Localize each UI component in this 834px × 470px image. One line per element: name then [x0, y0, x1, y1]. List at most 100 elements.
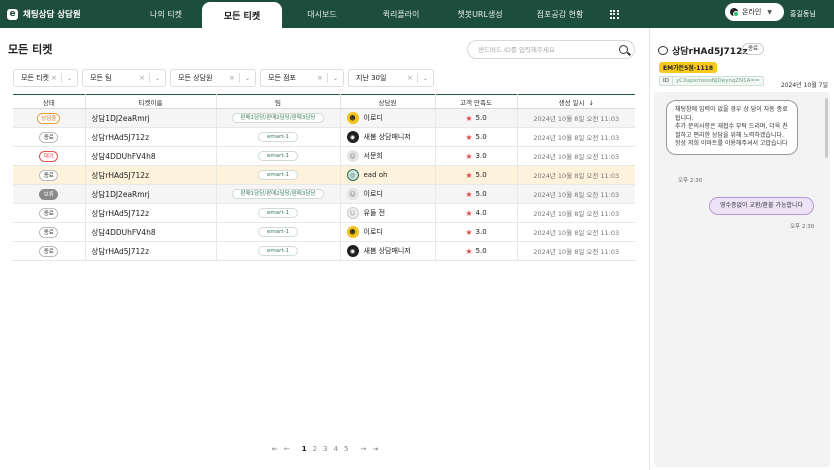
- agent: ☺ 유들 전: [341, 207, 435, 219]
- table-row[interactable]: 종료 상담rHAd5J712z emart-1 ◎ ead oh ★ 5.0 2024년 10…: [13, 165, 635, 185]
- satisfaction: ★ 5.0: [436, 114, 517, 123]
- status-dropdown[interactable]: 온라인 ▼: [725, 3, 784, 21]
- clear-icon[interactable]: ×: [51, 74, 57, 82]
- avatar: ☺: [346, 207, 359, 219]
- page-number[interactable]: 4: [334, 445, 338, 453]
- table-row[interactable]: 종료 상담4DDUhFV4h8 emart-1 ☻ 이로디 ★ 3.0 2024년 10월 8…: [13, 222, 635, 242]
- clear-icon[interactable]: ×: [317, 74, 323, 82]
- filter-label: 모든 점포: [268, 74, 296, 82]
- filter-label: 모든 상담원: [178, 74, 213, 82]
- satisfaction: ★ 3.0: [436, 152, 517, 161]
- status-badge: 보류: [39, 188, 59, 200]
- table-row[interactable]: 보류 상담1DJ2eaRmrj 판매1담당/판매2담당/판매3담당 ☺ 이로디 ★ 5.0 2…: [13, 184, 635, 204]
- team-badge: emart-1: [257, 170, 298, 180]
- table-row[interactable]: 종료 상담rHAd5J712z emart-1 ◉ 새봄 상담매니저 ★ 5.0 2024년 …: [13, 127, 635, 147]
- star-icon: ★: [465, 189, 473, 199]
- ticket-name[interactable]: 상담rHAd5J712z: [85, 127, 217, 147]
- nav-tab[interactable]: 점포공감 현황: [520, 0, 600, 28]
- status-avatar-icon: [730, 8, 739, 17]
- outgoing-message: 영수증없이 교환/환불 가능합니다: [709, 197, 814, 215]
- column-header: 티켓이름: [85, 94, 217, 109]
- satisfaction-cell: ★ 4.0: [435, 203, 518, 223]
- filter-select[interactable]: 모든 티켓 × ⌄: [13, 69, 78, 87]
- chat-title: 상담rHAd5J712z: [658, 44, 748, 57]
- satisfaction-cell: ★ 5.0: [435, 108, 518, 128]
- ticket-table: 상태 티켓이름 팀 상담원 고객 만족도 생성 일시 ↓ 상담중 상담1DJ2eaRmrj 판매…: [13, 94, 635, 261]
- created-at: 2024년 10월 8일 오전 11:03: [517, 127, 635, 147]
- page-number[interactable]: 1: [302, 445, 307, 453]
- agent: ☺ 서문희: [341, 150, 435, 162]
- ticket-name[interactable]: 상담4DDUhFV4h8: [85, 222, 217, 242]
- status-badge: 상담중: [37, 112, 61, 124]
- ticket-name[interactable]: 상담rHAd5J712z: [85, 165, 217, 185]
- apps-grid-icon[interactable]: [600, 0, 628, 28]
- star-icon: ★: [465, 132, 473, 142]
- page-number[interactable]: 3: [323, 445, 327, 453]
- filter-select[interactable]: 모든 점포 × ⌄: [260, 69, 344, 87]
- agent: ◉ 새봄 상담매니저: [341, 131, 435, 143]
- column-header: 상담원: [340, 94, 436, 109]
- last-page-icon[interactable]: ⇥: [372, 445, 378, 453]
- table-row[interactable]: 상담중 상담1DJ2eaRmrj 판매1담당/판매2담당/판매3담당 ☻ 이로디 ★ 5.0…: [13, 108, 635, 128]
- chat-messages[interactable]: 채팅창에 입력이 없을 경우 상 담이 자동 종료됩니다. 추가 문의사항은 재…: [654, 92, 830, 467]
- nav-tab[interactable]: 챗봇URL생성: [440, 0, 520, 28]
- chevron-down-icon[interactable]: ⌄: [245, 75, 250, 82]
- brand[interactable]: e 채팅상담 상담원: [0, 0, 118, 28]
- team-cell: 판매1담당/판매2담당/판매3담당: [216, 108, 341, 128]
- first-page-icon[interactable]: ⇤: [272, 445, 278, 453]
- ticket-name[interactable]: 상담4DDUhFV4h8: [85, 146, 217, 166]
- page-number[interactable]: 5: [344, 445, 348, 453]
- status-badge: 종료: [39, 207, 59, 219]
- ticket-name[interactable]: 상담1DJ2eaRmrj: [85, 108, 217, 128]
- prev-page-icon[interactable]: ←: [284, 445, 290, 453]
- status-cell: 보류: [13, 184, 86, 204]
- nav-tab[interactable]: 퀵리플라이: [362, 0, 440, 28]
- search-icon[interactable]: [619, 45, 628, 54]
- satisfaction: ★ 5.0: [436, 247, 517, 256]
- chevron-down-icon[interactable]: ⌄: [333, 75, 338, 82]
- next-page-icon[interactable]: →: [361, 445, 367, 453]
- nav-tab[interactable]: 모든 티켓: [202, 2, 282, 28]
- ticket-name[interactable]: 상담rHAd5J712z: [85, 241, 217, 261]
- incoming-message-time: 오후 2:30: [678, 178, 703, 184]
- clear-icon[interactable]: ×: [139, 74, 145, 82]
- table-row[interactable]: 종료 상담rHAd5J712z emart-1 ☺ 유들 전 ★ 4.0 2024년 10월 …: [13, 203, 635, 223]
- satisfaction-cell: ★ 3.0: [435, 146, 518, 166]
- status-cell: 종료: [13, 127, 86, 147]
- chevron-down-icon[interactable]: ⌄: [67, 75, 72, 82]
- clear-icon[interactable]: ×: [407, 74, 413, 82]
- table-row[interactable]: 대기 상담4DDUhFV4h8 emart-1 ☺ 서문희 ★ 3.0 2024년 10월 8…: [13, 146, 635, 166]
- agent: ◎ ead oh: [341, 169, 435, 181]
- chat-scrollbar[interactable]: [825, 98, 828, 158]
- column-header[interactable]: 생성 일시 ↓: [517, 94, 635, 109]
- ticket-name[interactable]: 상담rHAd5J712z: [85, 203, 217, 223]
- created-at: 2024년 10월 8일 오전 11:03: [517, 146, 635, 166]
- agent-name: 새봄 상담매니저: [363, 133, 411, 141]
- satisfaction-score: 4.0: [475, 209, 487, 217]
- filter-divider: [61, 73, 62, 83]
- table-row[interactable]: 종료 상담rHAd5J712z emart-1 ◉ 새봄 상담매니저 ★ 5.0 2024년 …: [13, 241, 635, 261]
- chevron-down-icon: ▼: [767, 8, 772, 16]
- filter-select[interactable]: 모든 상담원 × ⌄: [170, 69, 256, 87]
- column-header: 상태: [13, 94, 86, 109]
- nav-tab[interactable]: 나의 티켓: [130, 0, 202, 28]
- id-value[interactable]: yCXapxmesoNjDeynqZN1A==: [673, 77, 763, 85]
- user-name[interactable]: 홍길동님: [790, 9, 816, 19]
- filter-select[interactable]: 지난 30일 × ⌄: [348, 69, 434, 87]
- nav-tab[interactable]: 대시보드: [282, 0, 362, 28]
- agent-cell: ☺ 유들 전: [340, 203, 436, 223]
- chat-ticket-name: 상담rHAd5J712z: [672, 47, 748, 57]
- satisfaction-score: 5.0: [475, 133, 487, 141]
- clear-icon[interactable]: ×: [229, 74, 235, 82]
- ticket-name[interactable]: 상담1DJ2eaRmrj: [85, 184, 217, 204]
- agent-cell: ☺ 서문희: [340, 146, 436, 166]
- chevron-down-icon[interactable]: ⌄: [423, 75, 428, 82]
- satisfaction: ★ 4.0: [436, 209, 517, 218]
- chevron-down-icon[interactable]: ⌄: [155, 75, 160, 82]
- avatar: ◉: [346, 131, 359, 143]
- filter-select[interactable]: 모든 팀 × ⌄: [82, 69, 166, 87]
- search-input[interactable]: [478, 45, 618, 54]
- page-number[interactable]: 2: [313, 445, 317, 453]
- agent-cell: ◎ ead oh: [340, 165, 436, 185]
- sort-desc-icon[interactable]: ↓: [589, 99, 594, 107]
